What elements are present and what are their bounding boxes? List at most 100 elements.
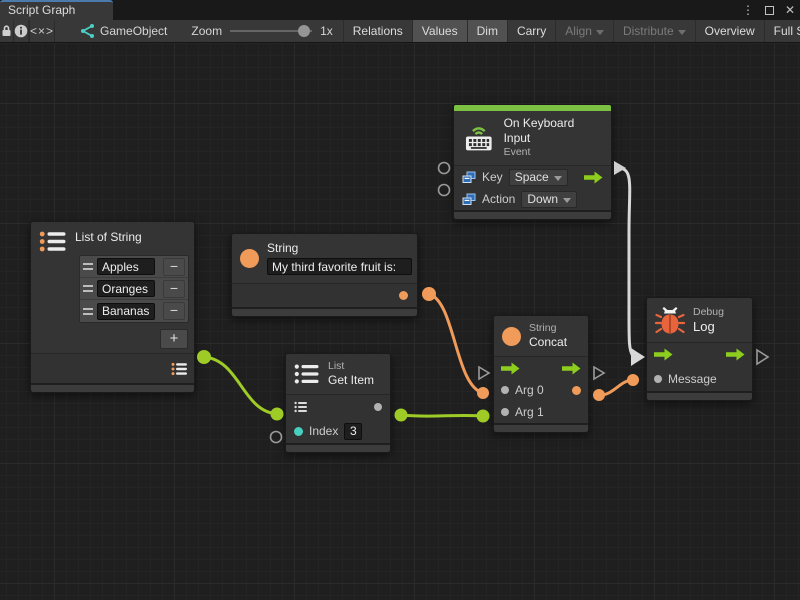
action-port-row: Action Down — [454, 188, 611, 210]
node-get-item[interactable]: List Get Item — [285, 353, 391, 453]
relations-button[interactable]: Relations — [344, 20, 413, 42]
node-footer — [647, 391, 752, 400]
maximize-icon[interactable] — [765, 6, 774, 15]
tab-strip: Script Graph ⋮ ✕ — [0, 0, 800, 20]
chevron-down-icon — [563, 198, 571, 203]
arg0-row: Arg 0 — [494, 379, 588, 401]
index-input[interactable] — [344, 423, 362, 440]
list-editor: − − − — [79, 255, 189, 323]
list-input-port-icon[interactable] — [294, 401, 308, 413]
align-button[interactable]: Align — [556, 20, 614, 42]
list-item-input[interactable] — [97, 258, 155, 275]
arg1-input-port[interactable] — [501, 408, 509, 416]
values-button[interactable]: Values — [413, 20, 468, 42]
action-label: Action — [482, 192, 515, 206]
index-row: Index — [286, 419, 390, 443]
edit-code-button[interactable]: <×> — [30, 20, 55, 42]
node-footer — [31, 383, 194, 392]
node-string-literal[interactable]: String — [231, 233, 418, 317]
node-subtitle: Event — [504, 146, 603, 159]
remove-item-button[interactable]: − — [163, 280, 185, 298]
index-label: Index — [309, 424, 338, 438]
info-button[interactable] — [14, 20, 29, 42]
flow-output-arrow-icon[interactable] — [562, 362, 581, 375]
node-title: List of String — [75, 230, 142, 245]
arg0-label: Arg 0 — [515, 383, 544, 397]
node-debug-log[interactable]: Debug Log Message — [646, 297, 753, 401]
bug-icon — [655, 304, 685, 336]
result-output-port[interactable] — [572, 386, 581, 395]
flow-input-arrow-icon[interactable] — [654, 348, 673, 361]
dim-button[interactable]: Dim — [468, 20, 508, 42]
lock-button[interactable] — [0, 20, 14, 42]
zoom-label: Zoom — [191, 24, 222, 38]
node-list-of-string[interactable]: List of String − − − — [30, 221, 195, 393]
arg1-row: Arg 1 — [494, 401, 588, 423]
node-title: Log — [693, 319, 724, 334]
node-footer — [232, 307, 417, 316]
zoom-control: Zoom 1x — [181, 20, 343, 42]
node-category: List — [328, 360, 374, 373]
carry-button[interactable]: Carry — [508, 20, 556, 42]
drag-handle-icon[interactable] — [83, 263, 93, 270]
add-item-button[interactable]: + — [160, 329, 188, 349]
enum-icon — [462, 193, 476, 206]
key-port-row: Key Space — [454, 166, 611, 188]
string-value-input[interactable] — [267, 258, 412, 275]
fullscreen-button[interactable]: Full Screen — [765, 20, 800, 42]
drag-handle-icon[interactable] — [83, 308, 93, 315]
info-icon — [14, 24, 28, 38]
string-type-icon — [502, 327, 521, 346]
window-menu-icon[interactable]: ⋮ — [742, 3, 754, 17]
list-item-input[interactable] — [97, 303, 155, 320]
item-output-port[interactable] — [374, 403, 382, 411]
flow-output-arrow-icon[interactable] — [726, 348, 745, 361]
enum-icon — [462, 171, 476, 184]
flow-input-arrow-icon[interactable] — [501, 362, 520, 375]
list-item-row: − — [80, 278, 188, 300]
node-title: Concat — [529, 335, 567, 350]
list-output-port-icon[interactable] — [171, 362, 188, 376]
overview-button[interactable]: Overview — [696, 20, 765, 42]
string-output-port[interactable] — [399, 291, 408, 300]
tab-script-graph[interactable]: Script Graph — [0, 0, 113, 20]
distribute-button[interactable]: Distribute — [614, 20, 696, 42]
node-concat[interactable]: String Concat Arg 0 — [493, 315, 589, 433]
key-label: Key — [482, 170, 503, 184]
index-input-port[interactable] — [294, 427, 303, 436]
zoom-slider[interactable] — [230, 25, 312, 37]
list-orange-icon — [39, 230, 67, 253]
remove-item-button[interactable]: − — [163, 302, 185, 320]
node-category: Debug — [693, 306, 724, 319]
drag-handle-icon[interactable] — [83, 285, 93, 292]
graph-canvas[interactable]: On Keyboard Input Event Key Space — [0, 43, 800, 600]
list-white-icon — [294, 363, 320, 385]
key-dropdown[interactable]: Space — [509, 169, 568, 186]
node-on-keyboard-input[interactable]: On Keyboard Input Event Key Space — [453, 104, 612, 220]
node-title: String — [267, 241, 412, 256]
node-category: String — [529, 322, 567, 335]
list-item-input[interactable] — [97, 280, 155, 297]
flow-row — [494, 357, 588, 379]
remove-item-button[interactable]: − — [163, 258, 185, 276]
gameobject-selector[interactable]: GameObject — [55, 20, 181, 42]
unity-visual-scripting-window: Script Graph ⋮ ✕ <×> — [0, 0, 800, 600]
keyboard-icon — [462, 124, 496, 152]
arg1-label: Arg 1 — [515, 405, 544, 419]
node-title: Get Item — [328, 373, 374, 388]
list-item-row: − — [80, 300, 188, 322]
flow-output-arrow-icon[interactable] — [584, 171, 603, 184]
close-icon[interactable]: ✕ — [785, 3, 795, 17]
arg0-input-port[interactable] — [501, 386, 509, 394]
flow-row — [647, 343, 752, 366]
list-item-row: − — [80, 256, 188, 278]
message-row: Message — [647, 366, 752, 391]
list-input-row — [286, 395, 390, 419]
zoom-slider-knob[interactable] — [298, 25, 310, 37]
node-footer — [494, 423, 588, 432]
script-graph-icon — [79, 24, 94, 38]
graph-toolbar: <×> GameObject Zoom 1x Relations Values … — [0, 20, 800, 43]
node-footer — [286, 443, 390, 452]
action-dropdown[interactable]: Down — [521, 191, 577, 208]
message-input-port[interactable] — [654, 375, 662, 383]
